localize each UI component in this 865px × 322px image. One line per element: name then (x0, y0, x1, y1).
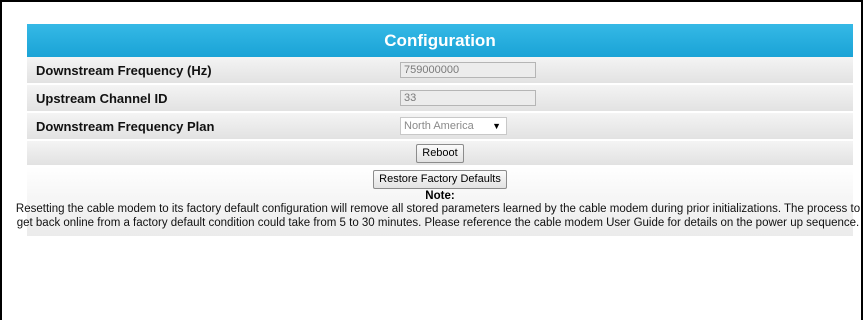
upstream-channel-field: 33 (400, 90, 536, 106)
frequency-plan-row: Downstream Frequency Plan North America … (27, 113, 853, 141)
reboot-button[interactable]: Reboot (416, 143, 464, 163)
frequency-plan-select[interactable]: North America ▼ (400, 117, 507, 135)
downstream-frequency-row: Downstream Frequency (Hz) 759000000 (27, 57, 853, 85)
frequency-plan-value: North America (404, 120, 474, 132)
restore-factory-defaults-button[interactable]: Restore Factory Defaults (373, 170, 507, 189)
note-title: Note: (425, 190, 455, 202)
note-text: Resetting the cable modem to its factory… (15, 203, 861, 229)
configuration-panel: Configuration Downstream Frequency (Hz) … (16, 24, 860, 236)
upstream-channel-label: Upstream Channel ID (36, 90, 168, 106)
panel-title: Configuration (27, 24, 853, 57)
triangle-down-icon: ▼ (492, 121, 501, 131)
reboot-row: Reboot (27, 141, 853, 165)
upstream-channel-row: Upstream Channel ID 33 (27, 85, 853, 113)
restore-section: Restore Factory Defaults Note: Resetting… (16, 167, 860, 236)
downstream-frequency-field: 759000000 (400, 62, 536, 78)
downstream-frequency-label: Downstream Frequency (Hz) (36, 62, 212, 78)
frequency-plan-label: Downstream Frequency Plan (36, 118, 215, 134)
